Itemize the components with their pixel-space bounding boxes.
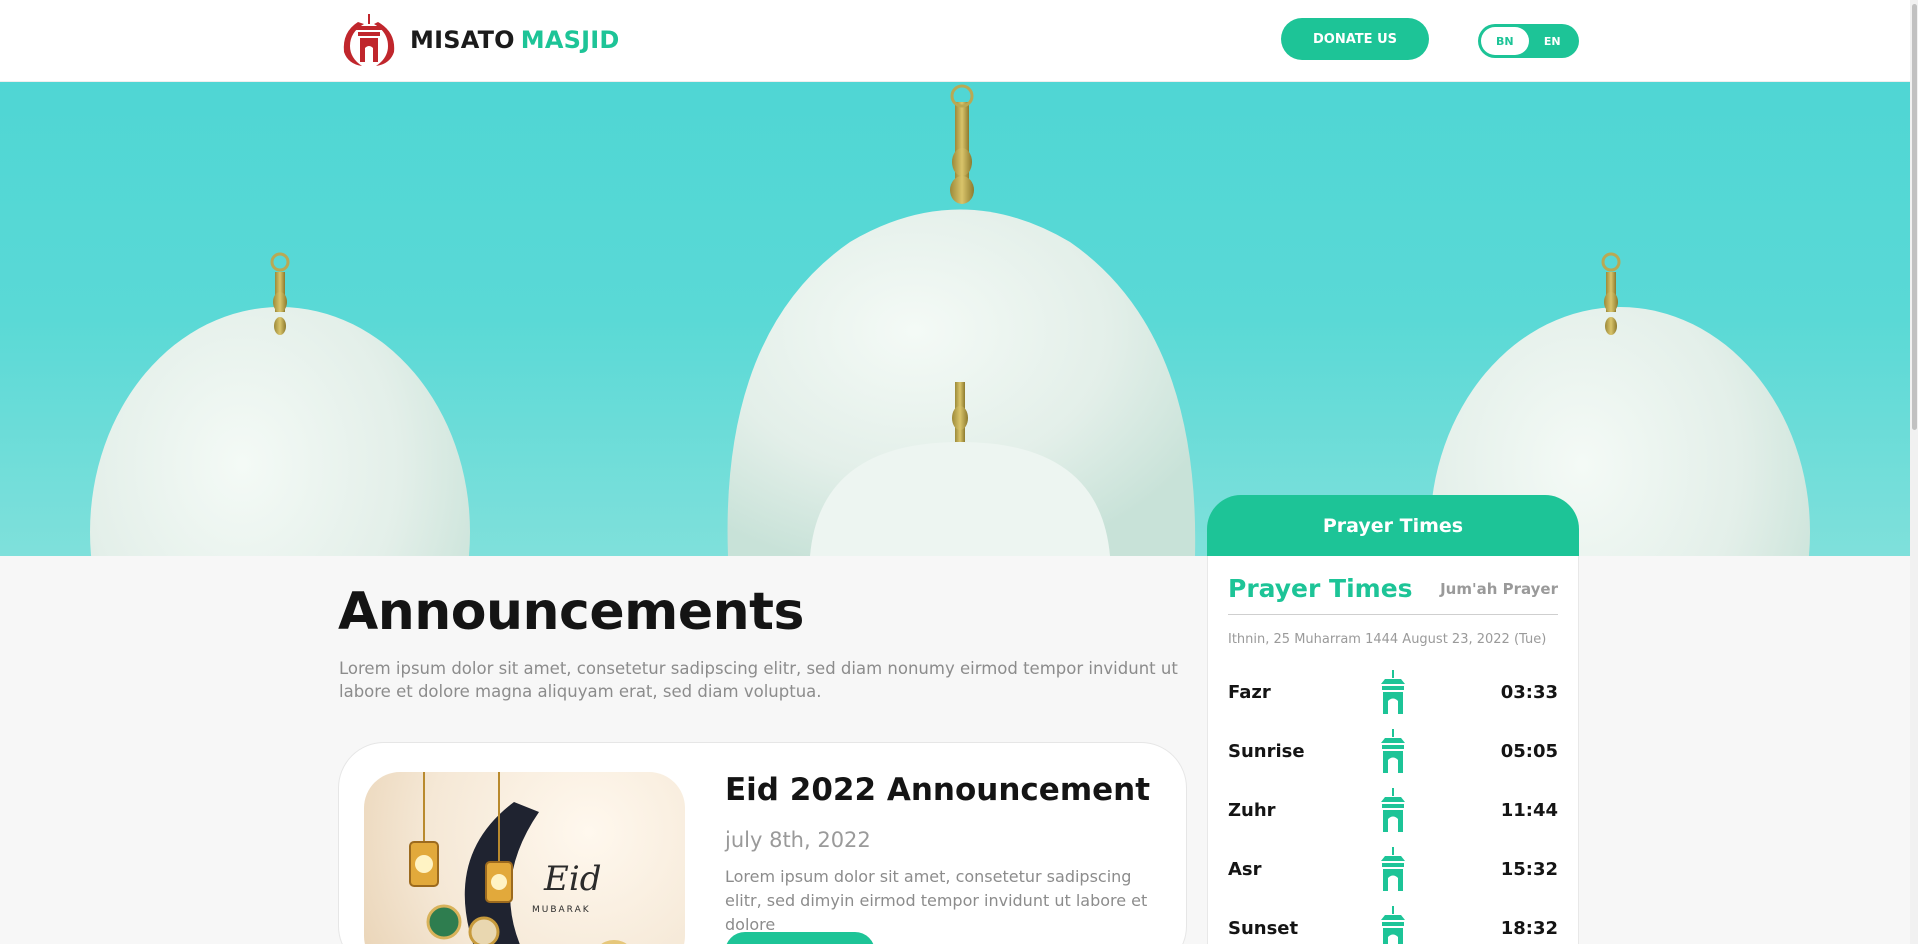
eid-mubarak-illustration: Eid MUBARAK — [409, 772, 627, 944]
announcement-image: Eid MUBARAK — [364, 772, 685, 944]
prayer-time: 18:32 — [1500, 918, 1558, 939]
donate-button[interactable]: DONATE US — [1281, 18, 1429, 60]
announcement-date: july 8th, 2022 — [725, 828, 871, 852]
prayer-time: 15:32 — [1500, 859, 1558, 880]
scrollbar-thumb[interactable] — [1912, 4, 1917, 430]
prayer-name: Fazr — [1228, 682, 1271, 703]
prayer-time: 03:33 — [1500, 682, 1558, 703]
mosque-logo-icon — [343, 14, 395, 66]
announcements-heading: Announcements — [338, 582, 804, 642]
prayer-name: Asr — [1228, 859, 1262, 880]
announcement-title[interactable]: Eid 2022 Announcement — [725, 772, 1150, 808]
site-header: MISATO MASJID DONATE US BN EN — [0, 0, 1918, 82]
prayer-date-line: Ithnin, 25 Muharram 1444 August 23, 2022… — [1228, 632, 1547, 647]
prayer-row-fazr: Fazr 03:33 — [1228, 670, 1558, 716]
prayer-times-divider — [1228, 614, 1558, 615]
mosque-icon — [1376, 788, 1410, 834]
prayer-row-asr: Asr 15:32 — [1228, 847, 1558, 893]
eid-script-text: Eid — [543, 859, 601, 899]
mosque-icon — [1376, 906, 1410, 944]
announcement-read-more-button[interactable] — [725, 932, 875, 944]
prayer-name: Sunrise — [1228, 741, 1305, 762]
jumah-prayer-tab[interactable]: Jum'ah Prayer — [1350, 580, 1558, 598]
prayer-row-sunrise: Sunrise 05:05 — [1228, 729, 1558, 775]
language-toggle[interactable]: BN EN — [1478, 24, 1579, 58]
mosque-icon — [1376, 670, 1410, 716]
brand-name-part2: MASJID — [520, 26, 620, 54]
lang-option-en[interactable]: EN — [1529, 27, 1577, 55]
mosque-icon — [1376, 729, 1410, 775]
mubarak-text: MUBARAK — [532, 905, 591, 915]
prayer-row-zuhr: Zuhr 11:44 — [1228, 788, 1558, 834]
hero-banner-image — [0, 82, 1918, 556]
prayer-row-sunset: Sunset 18:32 — [1228, 906, 1558, 944]
brand-name-part1: MISATO — [410, 26, 515, 54]
mosque-icon — [1376, 847, 1410, 893]
prayer-times-header-tab[interactable]: Prayer Times — [1207, 495, 1579, 557]
announcement-excerpt: Lorem ipsum dolor sit amet, consetetur s… — [725, 867, 1148, 934]
prayer-name: Zuhr — [1228, 800, 1276, 821]
prayer-time: 11:44 — [1500, 800, 1558, 821]
site-logo[interactable]: MISATO MASJID — [338, 12, 620, 68]
mosque-domes-illustration — [90, 84, 1810, 556]
brand-name: MISATO MASJID — [410, 26, 620, 54]
prayer-name: Sunset — [1228, 918, 1299, 939]
announcements-description: Lorem ipsum dolor sit amet, consetetur s… — [339, 659, 1178, 701]
lang-option-bn[interactable]: BN — [1481, 27, 1529, 55]
prayer-time: 05:05 — [1500, 741, 1558, 762]
